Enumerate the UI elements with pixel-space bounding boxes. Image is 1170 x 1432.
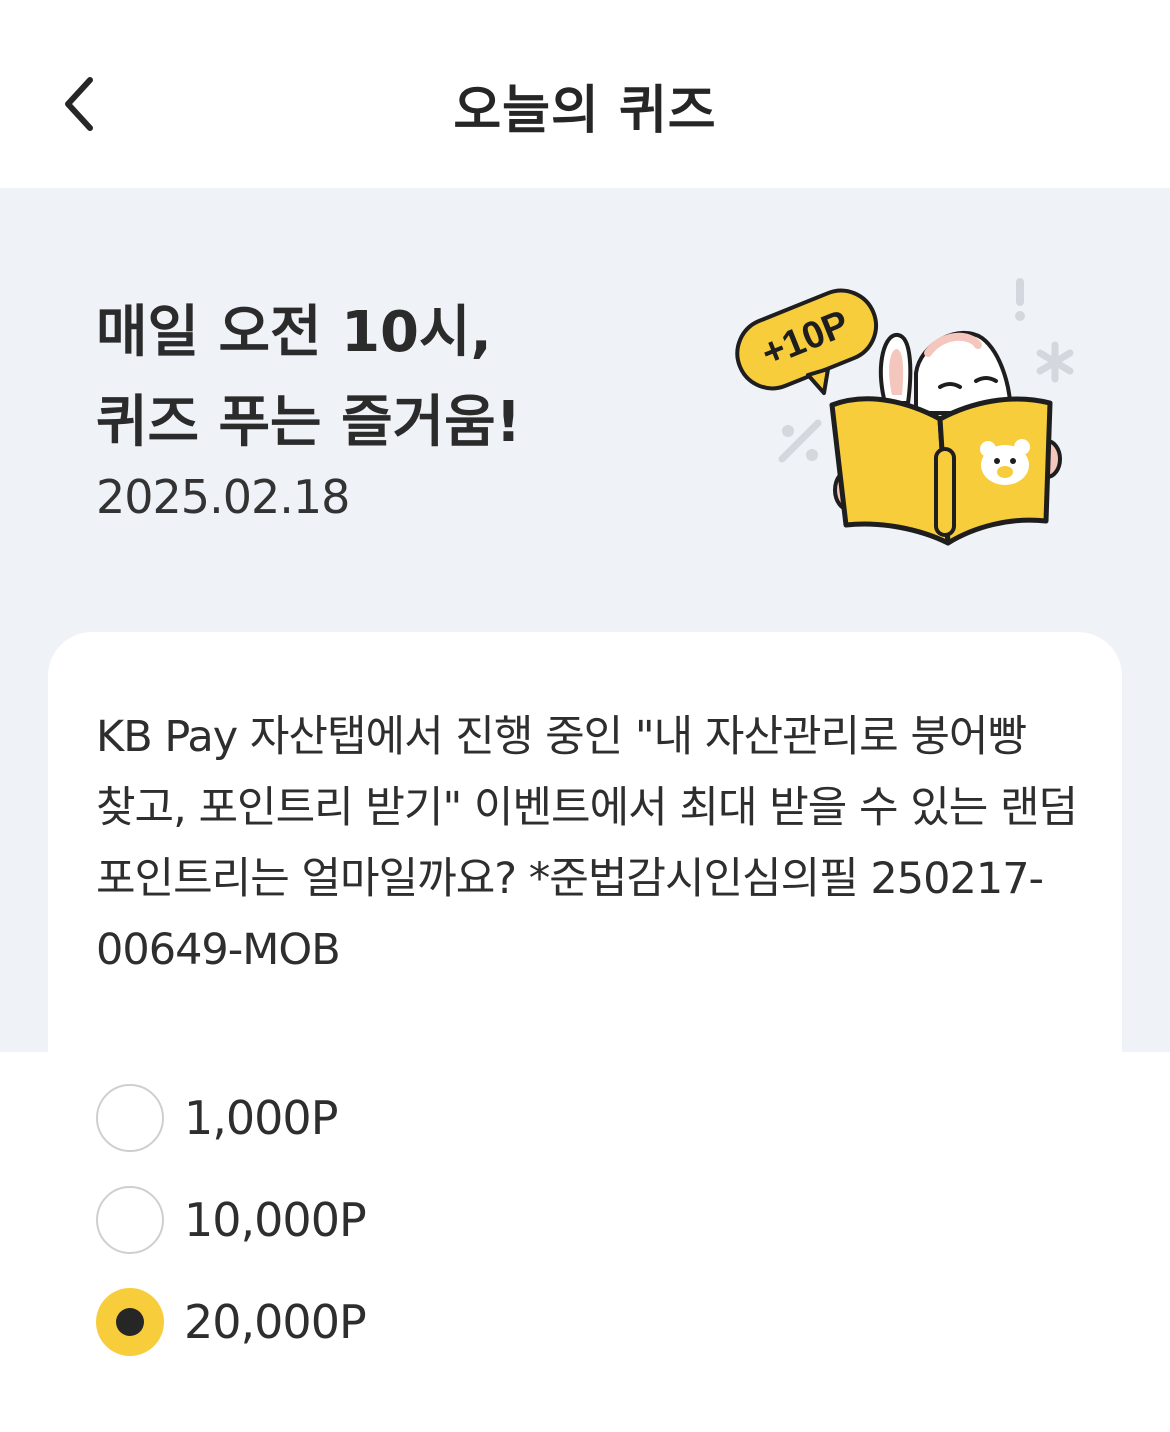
option-1000p[interactable]: 1,000P <box>96 1082 338 1154</box>
hero-title: 매일 오전 10시, 퀴즈 푸는 즐거움! <box>96 300 522 455</box>
exclamation-mark-icon <box>1015 278 1025 321</box>
option-label: 20,000P <box>184 1295 367 1349</box>
option-label: 10,000P <box>184 1193 367 1247</box>
radio-button[interactable] <box>96 1186 164 1254</box>
radio-button[interactable] <box>96 1084 164 1152</box>
book-icon <box>829 396 1053 546</box>
quiz-question: KB Pay 자산탭에서 진행 중인 "내 자산관리로 붕어빵 찾고, 포인트리… <box>96 712 1078 975</box>
radio-dot-icon <box>116 1308 144 1336</box>
percent-icon <box>778 419 822 463</box>
asterisk-icon <box>1036 341 1074 383</box>
page-title: 오늘의 퀴즈 <box>453 81 717 141</box>
top-bar: 오늘의 퀴즈 <box>0 0 1170 188</box>
option-10000p[interactable]: 10,000P <box>96 1184 367 1256</box>
option-20000p[interactable]: 20,000P <box>96 1286 367 1358</box>
points-badge: +10P <box>735 288 878 395</box>
radio-button-selected[interactable] <box>96 1288 164 1356</box>
option-label: 1,000P <box>184 1091 338 1145</box>
rabbit-reading-book-illustration: +10P <box>735 278 1074 546</box>
bear-logo <box>980 439 1030 485</box>
quiz-date: 2025.02.18 <box>96 470 350 524</box>
